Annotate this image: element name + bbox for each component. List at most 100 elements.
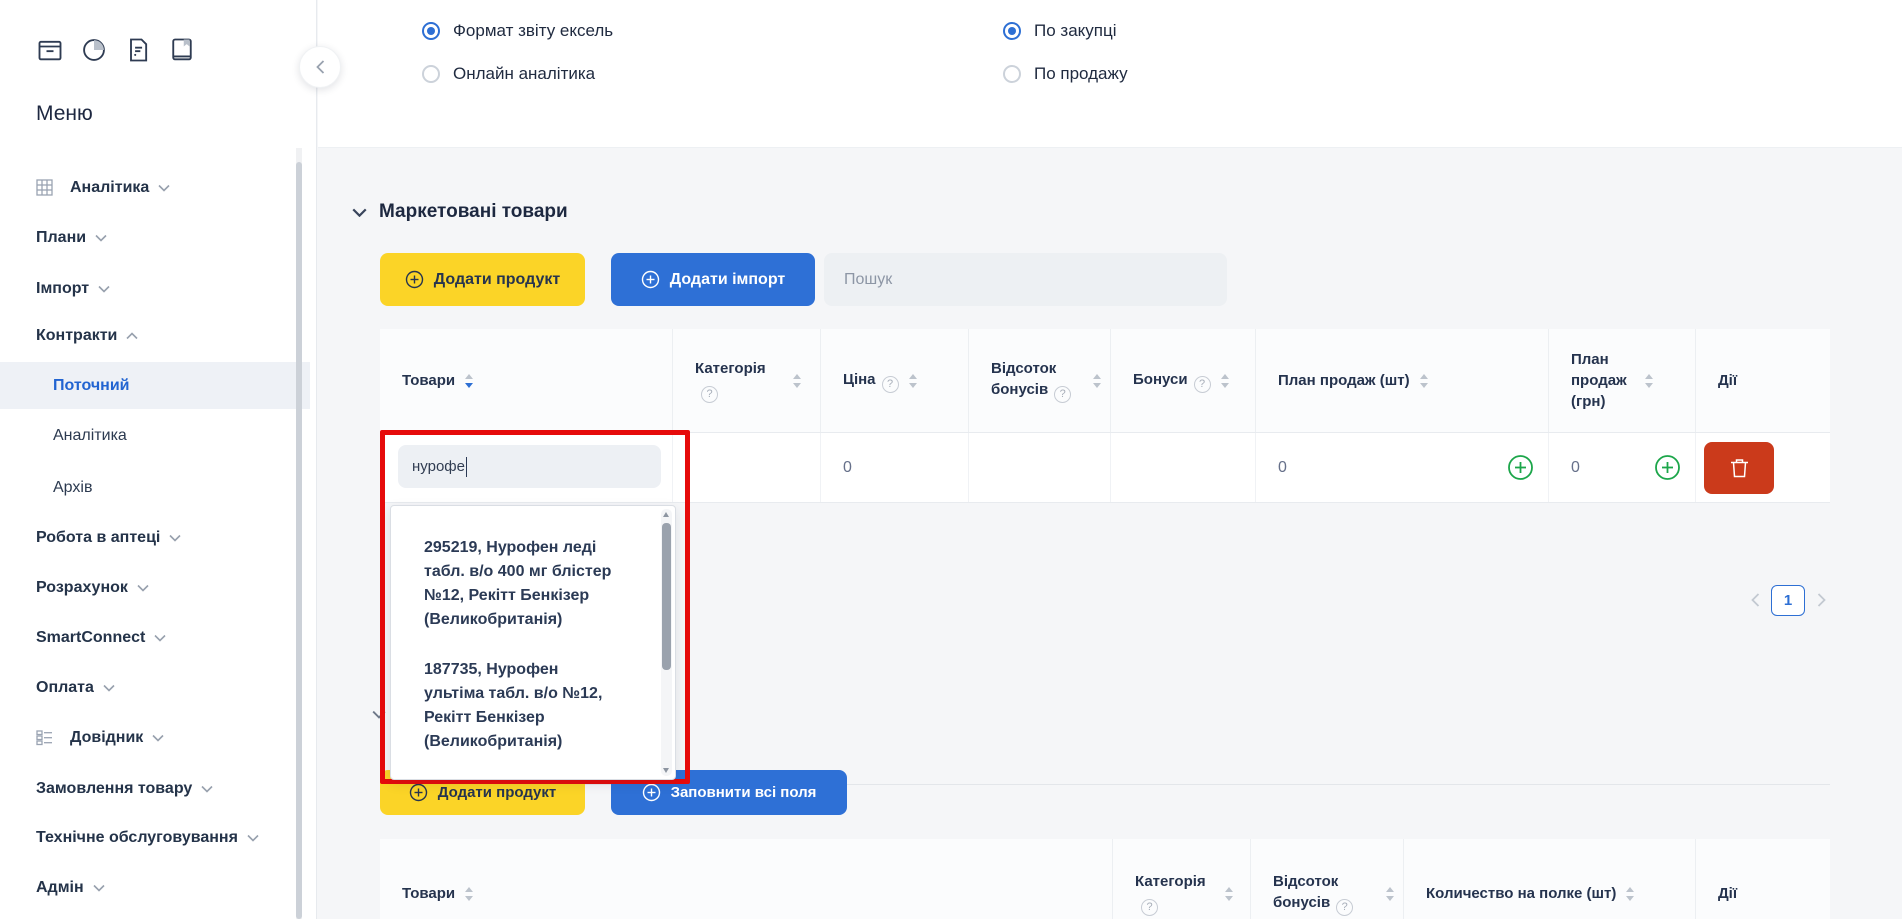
column-header-bonus-percent[interactable]: Відсоток бонусів (969, 329, 1111, 432)
chevron-down-icon (154, 634, 166, 642)
sidebar-item-contracts-analytics[interactable]: Аналітика (0, 412, 310, 459)
column-header-category[interactable]: Категорія (1113, 839, 1251, 919)
marketed-goods-section-header[interactable]: Маркетовані товари (352, 201, 568, 223)
dropdown-scrollbar-thumb[interactable] (662, 523, 671, 670)
sidebar-item-plans[interactable]: Плани (0, 214, 310, 261)
help-icon[interactable] (1054, 386, 1071, 403)
help-icon[interactable] (1194, 376, 1211, 393)
cell-price: 0 (821, 433, 969, 502)
sidebar-item-label: Адмін (36, 879, 84, 897)
sidebar-item-label: SmartConnect (36, 629, 145, 647)
sidebar-item-label: Оплата (36, 679, 94, 697)
pie-chart-icon[interactable] (80, 36, 108, 64)
grid-icon (36, 179, 53, 196)
sidebar-item-smartconnect[interactable]: SmartConnect (0, 614, 310, 661)
sort-icon (1419, 374, 1429, 388)
scroll-down-icon[interactable] (663, 768, 669, 773)
document-icon[interactable] (124, 36, 152, 64)
dropdown-option[interactable]: 187735, Нурофен ультіма табл. в/о №12, Р… (391, 658, 614, 754)
page-number[interactable]: 1 (1771, 585, 1805, 616)
add-import-button[interactable]: Додати імпорт (611, 253, 815, 306)
sidebar-menu-title: Меню (36, 102, 93, 126)
sidebar-quick-icons (36, 36, 196, 64)
chevron-down-icon (352, 208, 367, 217)
column-header-products[interactable]: Товари (380, 839, 1113, 919)
plus-circle-icon (409, 783, 428, 802)
radio-unselected-icon (1003, 65, 1021, 83)
product-search-input[interactable]: нурофе (398, 445, 661, 488)
dropdown-scrollbar[interactable] (661, 509, 672, 776)
dropdown-option[interactable]: 295219, Нурофен леді табл. в/о 400 мг бл… (391, 536, 614, 632)
product-select-annotation-box: нурофе 295219, Нурофен леді табл. в/о 40… (380, 430, 690, 784)
cell-bonuses (1111, 433, 1256, 502)
radio-by-sale[interactable]: По продажу (1003, 64, 1128, 84)
sidebar-item-pharmacy-work[interactable]: Робота в аптеці (0, 514, 310, 561)
cell-plan-uah: 0 (1549, 433, 1696, 502)
increment-plan-uah-button[interactable] (1654, 454, 1681, 481)
archive-icon[interactable] (36, 36, 64, 64)
sidebar-collapse-button[interactable] (299, 46, 341, 88)
sidebar-item-label: Аналітика (70, 179, 149, 197)
sort-icon (1224, 887, 1234, 901)
sidebar-item-analytics[interactable]: Аналітика (0, 164, 310, 211)
delete-row-button[interactable] (1704, 442, 1774, 494)
sidebar-item-admin[interactable]: Адмін (0, 864, 310, 911)
sidebar-item-goods-order[interactable]: Замовлення товару (0, 765, 310, 812)
sidebar-item-label: Контракти (36, 327, 117, 345)
column-header-price[interactable]: Ціна (821, 329, 969, 432)
search-input[interactable] (824, 253, 1227, 306)
radio-by-purchase[interactable]: По закупці (1003, 21, 1117, 41)
chevron-down-icon (137, 584, 149, 592)
app-root: Меню Аналітика Плани Імпорт Контракти По… (0, 0, 1902, 919)
column-header-actions: Дії (1696, 329, 1830, 432)
sidebar-scrollbar[interactable] (296, 148, 302, 919)
sidebar-item-directory[interactable]: Довідник (0, 714, 310, 761)
sort-icon (792, 374, 802, 388)
next-page-button[interactable] (1816, 593, 1826, 608)
column-header-shelf-qty[interactable]: Количество на полке (шт) (1404, 839, 1696, 919)
previous-page-button[interactable] (1750, 593, 1760, 608)
help-icon[interactable] (882, 376, 899, 393)
sidebar-item-payment[interactable]: Оплата (0, 664, 310, 711)
increment-plan-qty-button[interactable] (1507, 454, 1534, 481)
shelf-goods-table: Товари Категорія Відсоток бонусів Количе… (380, 839, 1830, 919)
column-header-category[interactable]: Категорія (673, 329, 821, 432)
chevron-down-icon (169, 534, 181, 542)
book-icon[interactable] (168, 36, 196, 64)
sidebar-item-maintenance[interactable]: Технічне обслуговування (0, 814, 310, 861)
chevron-down-icon (158, 184, 170, 192)
column-header-products[interactable]: Товари (380, 329, 673, 432)
radio-unselected-icon (422, 65, 440, 83)
help-icon[interactable] (701, 386, 718, 403)
help-icon[interactable] (1336, 899, 1353, 916)
sidebar-item-current[interactable]: Поточний (0, 362, 310, 409)
sidebar-item-label: Довідник (70, 729, 143, 747)
section-divider (380, 784, 1830, 785)
chevron-down-icon (98, 285, 110, 293)
column-header-bonus-percent[interactable]: Відсоток бонусів (1251, 839, 1404, 919)
sort-icon (1220, 374, 1230, 388)
sidebar-item-contracts[interactable]: Контракти (0, 312, 310, 359)
add-product-button[interactable]: Додати продукт (380, 253, 585, 306)
sidebar-item-label: Замовлення товару (36, 780, 192, 798)
chevron-down-icon (247, 834, 259, 842)
sidebar-item-label: Імпорт (36, 280, 89, 298)
scroll-up-icon[interactable] (663, 512, 669, 517)
chevron-down-icon (201, 785, 213, 793)
cell-plan-qty: 0 (1256, 433, 1549, 502)
list-icon (36, 729, 53, 746)
sidebar-item-label: Аналітика (53, 427, 127, 445)
sidebar-item-calculation[interactable]: Розрахунок (0, 564, 310, 611)
sidebar-scrollbar-thumb[interactable] (296, 162, 302, 919)
sidebar-item-import[interactable]: Імпорт (0, 265, 310, 312)
column-header-plan-uah[interactable]: План продаж (грн) (1549, 329, 1696, 432)
column-header-plan-qty[interactable]: План продаж (шт) (1256, 329, 1549, 432)
radio-online-analytics[interactable]: Онлайн аналітика (422, 64, 595, 84)
help-icon[interactable] (1141, 899, 1158, 916)
sidebar-item-label: Розрахунок (36, 579, 128, 597)
radio-format-excel[interactable]: Формат звіту ексель (422, 21, 613, 41)
text-caret (466, 457, 468, 477)
column-header-actions: Дії (1696, 839, 1830, 919)
column-header-bonuses[interactable]: Бонуси (1111, 329, 1256, 432)
sidebar-item-archive[interactable]: Архів (0, 464, 310, 511)
